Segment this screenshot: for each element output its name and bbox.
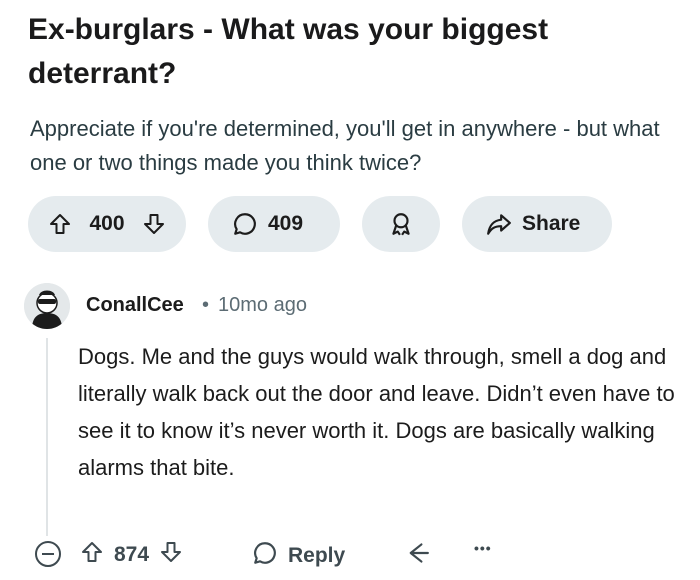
reply-label: Reply — [288, 544, 346, 567]
collapse-minus-icon[interactable] — [35, 541, 61, 567]
speech-bubble-icon — [252, 540, 278, 572]
share-label: Share — [522, 212, 581, 235]
comment-vote-count: 874 — [114, 543, 150, 566]
post-title: Ex-burglars - What was your biggest dete… — [28, 13, 549, 90]
comment-timestamp: 10mo ago — [218, 294, 307, 316]
meta-separator: • — [202, 294, 210, 316]
comment-share-button[interactable] — [400, 540, 430, 572]
comments-button[interactable]: 409 — [208, 196, 340, 252]
comment-vote-control: 874 — [80, 540, 183, 570]
comment-count: 409 — [268, 212, 304, 235]
upvote-icon[interactable] — [80, 540, 104, 570]
award-icon — [388, 211, 414, 237]
ellipsis-icon[interactable]: ••• — [474, 540, 492, 556]
thread-line[interactable] — [46, 338, 48, 536]
avatar[interactable] — [24, 283, 70, 329]
speech-bubble-icon — [232, 211, 258, 237]
post-body: Appreciate if you're determined, you'll … — [30, 116, 660, 175]
downvote-icon[interactable] — [142, 212, 166, 236]
post-vote-count: 400 — [89, 212, 125, 235]
award-button[interactable] — [362, 196, 440, 252]
share-arrow-icon — [400, 540, 430, 572]
post-action-bar: 400 409 Share — [28, 196, 612, 252]
upvote-icon[interactable] — [48, 212, 72, 236]
reply-button[interactable]: Reply — [252, 540, 345, 572]
share-button[interactable]: Share — [462, 196, 612, 252]
share-arrow-icon — [486, 211, 512, 237]
comment-body: Dogs. Me and the guys would walk through… — [78, 344, 675, 480]
downvote-icon[interactable] — [159, 540, 183, 570]
comment-username[interactable]: ConallCee — [86, 294, 184, 317]
vote-control: 400 — [28, 196, 186, 252]
